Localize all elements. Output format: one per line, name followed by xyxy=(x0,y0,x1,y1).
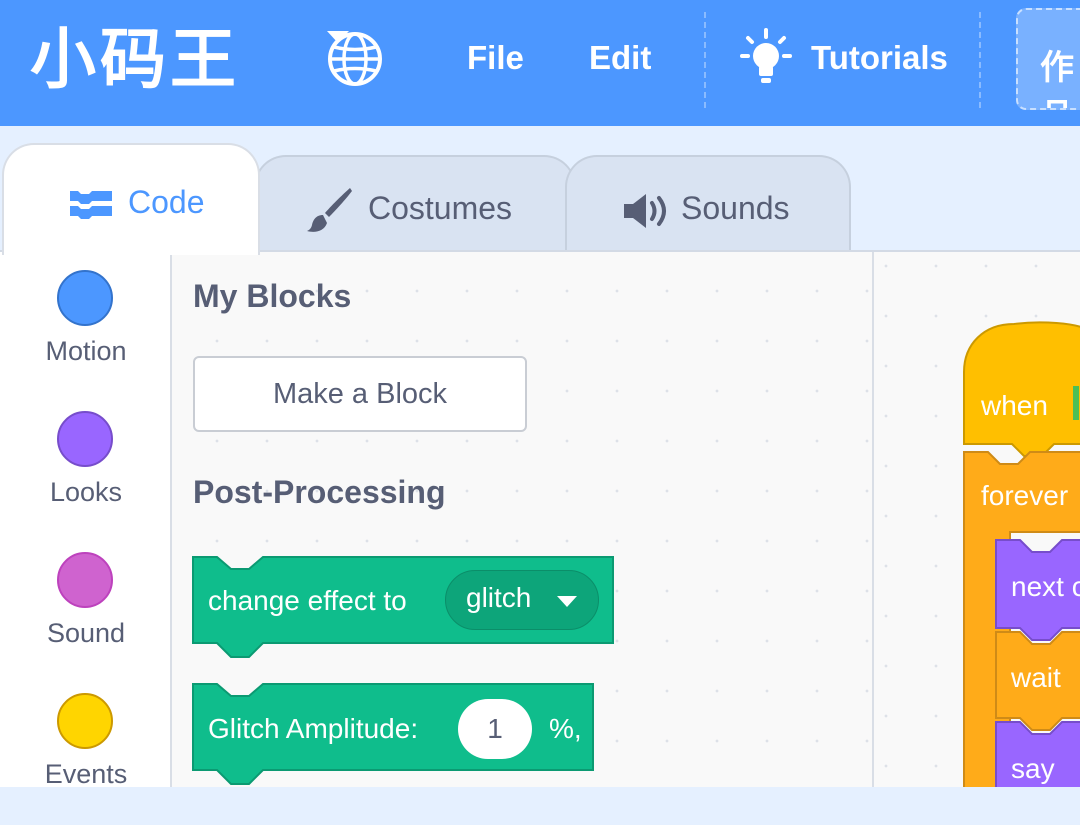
sound-color-dot xyxy=(57,552,113,608)
effect-dropdown-value: glitch xyxy=(466,582,532,613)
category-looks[interactable]: Looks xyxy=(0,403,172,543)
glitch-amplitude-text: Glitch Amplitude: xyxy=(208,713,419,744)
dropdown-arrow-icon xyxy=(557,596,577,607)
say-text: say xyxy=(1011,753,1055,784)
menu-file[interactable]: File xyxy=(467,36,524,80)
tab-code-label: Code xyxy=(128,184,205,220)
code-blocks-icon xyxy=(70,191,112,219)
when-flag-text: when xyxy=(981,390,1048,421)
paintbrush-icon xyxy=(307,188,352,232)
language-menu[interactable] xyxy=(326,30,418,88)
category-label: Sound xyxy=(46,618,126,648)
tab-sounds[interactable]: Sounds xyxy=(565,155,851,251)
speaker-icon xyxy=(624,194,666,228)
category-motion[interactable]: Motion xyxy=(0,262,172,402)
tab-costumes[interactable]: Costumes xyxy=(254,155,576,251)
lightbulb-icon xyxy=(740,28,792,83)
project-button[interactable]: 作品 xyxy=(1016,8,1080,110)
category-events[interactable]: Events xyxy=(0,685,172,825)
events-color-dot xyxy=(57,693,113,749)
category-label: Looks xyxy=(49,477,123,507)
change-effect-text: change effect to xyxy=(208,585,407,616)
category-menu: Motion Looks Sound Events xyxy=(0,252,172,789)
forever-text: forever xyxy=(981,480,1069,511)
looks-color-dot xyxy=(57,411,113,467)
effect-dropdown[interactable]: glitch xyxy=(445,570,599,630)
block-palette: My Blocks Make a Block Post-Processing c… xyxy=(172,252,874,787)
script-area[interactable]: when forever next c wait say xyxy=(874,252,1080,787)
motion-color-dot xyxy=(57,270,113,326)
tab-costumes-label: Costumes xyxy=(368,190,513,226)
tab-sounds-label: Sounds xyxy=(681,190,790,226)
category-label: Events xyxy=(44,759,128,789)
logo-text: 小码王 xyxy=(30,21,240,98)
chevron-down-icon xyxy=(327,31,349,43)
app-logo[interactable]: 小码王 xyxy=(30,20,270,100)
amplitude-input[interactable]: 1 xyxy=(458,699,532,759)
wait-text: wait xyxy=(1011,662,1061,693)
next-costume-text: next c xyxy=(1011,571,1080,602)
script-block-shapes xyxy=(963,321,1080,787)
menu-divider xyxy=(979,12,981,108)
menu-edit[interactable]: Edit xyxy=(589,36,651,80)
menu-tutorials[interactable]: Tutorials xyxy=(811,36,948,80)
project-label: 作品 xyxy=(1040,48,1074,108)
tab-code[interactable]: Code xyxy=(2,143,260,255)
menu-divider xyxy=(704,12,706,108)
amplitude-suffix: %, xyxy=(549,713,582,744)
menu-bar: 小码王 File Edit Tutorials 作品 xyxy=(0,0,1080,126)
category-label: Motion xyxy=(45,336,127,366)
green-flag-icon xyxy=(1073,386,1079,420)
category-sound[interactable]: Sound xyxy=(0,544,172,684)
